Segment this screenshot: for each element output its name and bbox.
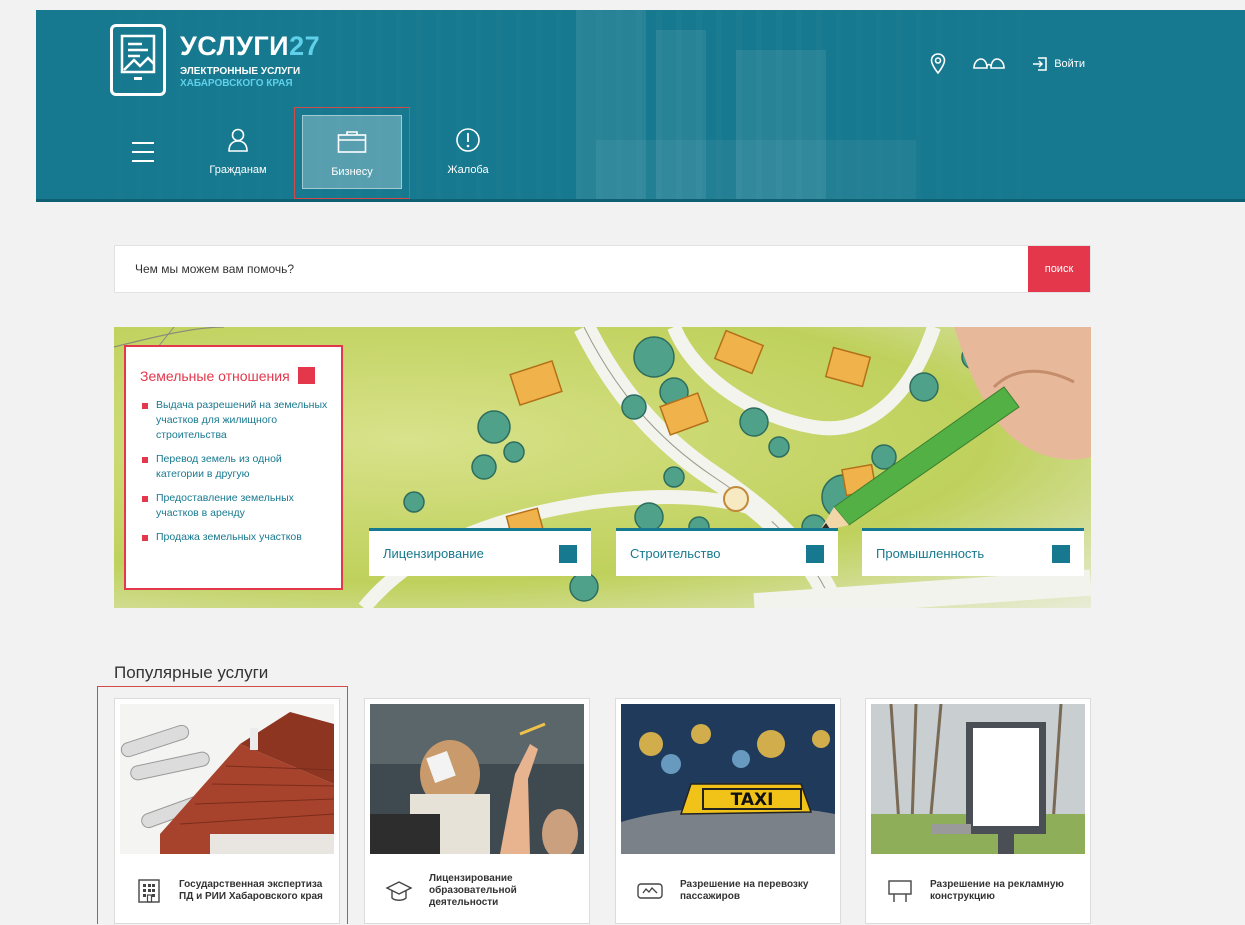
feature-link[interactable]: Продажа земельных участков — [140, 530, 329, 545]
feature-link[interactable]: Предоставление земельных участков в арен… — [140, 491, 329, 521]
service-card-expertise[interactable]: Государственная экспертиза ПД и РИИ Хаба… — [114, 698, 340, 924]
login-icon — [1033, 57, 1047, 71]
category-label: Строительство — [630, 546, 721, 561]
category-card-licensing[interactable]: Лицензирование — [369, 528, 591, 576]
feature-link[interactable]: Перевод земель из одной категории в друг… — [140, 452, 329, 482]
category-label: Промышленность — [876, 546, 985, 561]
nav-label: Жалоба — [447, 164, 489, 176]
nav-item-complaint[interactable]: Жалоба — [420, 114, 516, 190]
service-card-footer: Разрешение на рекламную конструкцию — [866, 857, 1090, 925]
search-bar: поиск — [114, 245, 1091, 293]
header-bottom-line — [36, 199, 1245, 202]
logo-number: 27 — [289, 30, 321, 61]
billboard-icon — [886, 878, 920, 904]
category-card-construction[interactable]: Строительство — [616, 528, 838, 576]
search-button[interactable]: поиск — [1028, 246, 1090, 292]
hero-banner: Земельные отношения Выдача разрешений на… — [114, 327, 1091, 608]
service-image-classroom — [370, 704, 584, 854]
feature-list: Выдача разрешений на земельных участков … — [140, 398, 329, 545]
nav-item-business[interactable]: Бизнесу — [302, 115, 402, 189]
search-input[interactable] — [115, 246, 1028, 292]
logo-subtitle-2: ХАБАРОВСКОГО КРАЯ — [180, 77, 293, 89]
login-link[interactable]: Войти — [1032, 56, 1085, 72]
glasses-icon[interactable] — [972, 56, 1006, 72]
service-card-advertising[interactable]: Разрешение на рекламную конструкцию — [865, 698, 1091, 924]
service-label: Разрешение на перевозку пассажиров — [680, 879, 809, 902]
service-card-footer: Государственная экспертиза ПД и РИИ Хаба… — [115, 857, 339, 925]
service-card-footer: Лицензирование образовательной деятельно… — [365, 857, 589, 925]
logo-subtitle-1: ЭЛЕКТРОННЫЕ УСЛУГИ — [180, 65, 301, 77]
building-icon — [135, 877, 169, 905]
graduation-cap-icon — [385, 879, 419, 903]
logo-title: УСЛУГИ27 — [180, 30, 321, 61]
menu-icon[interactable] — [132, 142, 154, 162]
feature-link[interactable]: Выдача разрешений на земельных участков … — [140, 398, 329, 443]
logo-icon — [110, 24, 166, 96]
user-icon — [227, 126, 249, 154]
chevron-up-icon[interactable] — [616, 531, 824, 563]
nav-label: Гражданам — [209, 164, 267, 176]
service-label: Лицензирование образовательной деятельно… — [429, 873, 517, 908]
nav-item-citizens[interactable]: Гражданам — [190, 114, 286, 190]
nav-label: Бизнесу — [331, 166, 373, 178]
taxi-sign-text: TAXI — [731, 790, 774, 810]
location-icon[interactable] — [930, 53, 946, 75]
category-label: Лицензирование — [383, 546, 484, 561]
service-card-education-license[interactable]: Лицензирование образовательной деятельно… — [364, 698, 590, 924]
feature-title[interactable]: Земельные отношения — [126, 348, 329, 384]
site-logo[interactable]: УСЛУГИ27 ЭЛЕКТРОННЫЕ УСЛУГИ ХАБАРОВСКОГО… — [110, 24, 320, 96]
site-header: УСЛУГИ27 ЭЛЕКТРОННЫЕ УСЛУГИ ХАБАРОВСКОГО… — [36, 10, 1245, 202]
taxi-icon — [636, 880, 670, 902]
service-image-roof — [120, 704, 334, 854]
service-card-passenger-transport[interactable]: TAXI Разрешение на перевозку пассажиров — [615, 698, 841, 924]
popular-services-title: Популярные услуги — [114, 663, 269, 682]
header-tools: Войти — [930, 53, 1085, 75]
service-label: Государственная экспертиза ПД и РИИ Хаба… — [179, 879, 323, 902]
briefcase-icon — [337, 128, 367, 156]
category-card-industry[interactable]: Промышленность — [862, 528, 1084, 576]
feature-panel: Земельные отношения Выдача разрешений на… — [124, 345, 343, 590]
exclamation-icon — [455, 126, 481, 154]
service-image-billboard — [871, 704, 1085, 854]
service-image-taxi: TAXI — [621, 704, 835, 854]
chevron-down-icon[interactable] — [126, 348, 315, 384]
login-label: Войти — [1054, 58, 1085, 70]
service-card-footer: Разрешение на перевозку пассажиров — [616, 857, 840, 925]
main-nav: Гражданам Бизнесу Жалоба — [36, 107, 1245, 202]
service-label: Разрешение на рекламную конструкцию — [930, 879, 1064, 902]
feature-title-label: Земельные отношения — [140, 367, 290, 384]
chevron-up-icon[interactable] — [862, 531, 1070, 563]
chevron-up-icon[interactable] — [369, 531, 577, 563]
